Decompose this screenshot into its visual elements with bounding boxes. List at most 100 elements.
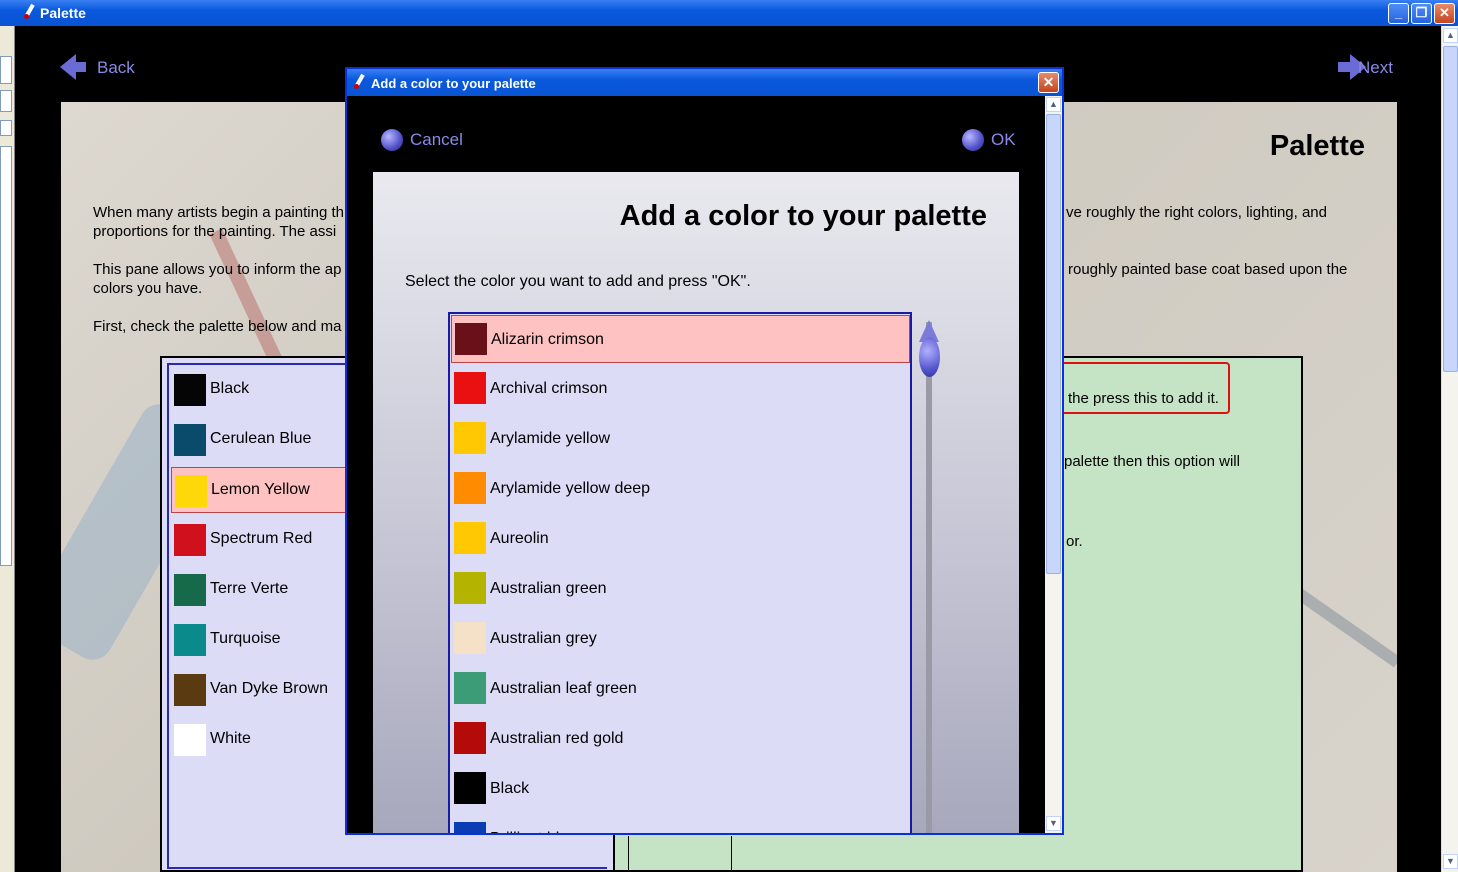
color-swatch [454, 622, 486, 654]
color-list-item[interactable]: Alizarin crimson [451, 315, 910, 363]
scroll-up-arrow-icon[interactable]: ▲ [1443, 28, 1458, 43]
color-swatch [454, 372, 486, 404]
dialog-prompt: Select the color you want to add and pre… [405, 273, 751, 290]
intro-text: proportions for the painting. The assi [93, 223, 337, 240]
palette-item-label: Cerulean Blue [210, 430, 312, 447]
color-list-item[interactable]: Australian grey [451, 615, 910, 663]
color-swatch [454, 422, 486, 454]
color-swatch [455, 323, 487, 355]
color-list-item-label: Australian leaf green [490, 680, 637, 697]
cancel-label: Cancel [410, 130, 463, 149]
color-list-item-label: Arylamide yellow deep [490, 480, 651, 497]
color-swatch [454, 722, 486, 754]
add-color-label: the press this to add it. [1068, 390, 1219, 407]
intro-text: When many artists begin a painting th [93, 204, 344, 221]
instruction-text: or. [1066, 533, 1083, 550]
window-title: Palette [40, 5, 86, 21]
dialog-content-panel: Add a color to your palette Select the c… [373, 172, 1019, 833]
palette-item-label: White [210, 730, 251, 747]
intro-text: colors you have. [93, 280, 203, 297]
palette-item-label: Terre Verte [210, 580, 289, 597]
color-list-item-label: Brilliant blue [490, 830, 577, 833]
scroll-up-arrow-icon[interactable]: ▲ [1046, 97, 1061, 112]
palette-item-label: Spectrum Red [210, 530, 313, 547]
color-list-item-label: Australian red gold [490, 730, 624, 747]
color-list-item-label: Black [490, 780, 530, 797]
color-list-item-label: Australian grey [490, 630, 597, 647]
color-list-item[interactable]: Australian green [451, 565, 910, 613]
dialog-close-button[interactable]: ✕ [1038, 72, 1059, 93]
color-list-item[interactable]: Australian leaf green [451, 665, 910, 713]
color-list-item[interactable]: Australian red gold [451, 715, 910, 763]
list-slider-thumb[interactable] [919, 337, 940, 377]
color-swatch [175, 475, 207, 507]
intro-text: ve roughly the right colors, lighting, a… [1066, 204, 1327, 221]
color-list-item[interactable]: Archival crimson [451, 365, 910, 413]
color-list-item[interactable]: Arylamide yellow [451, 415, 910, 463]
background-control [0, 120, 12, 136]
list-slider-track[interactable] [926, 322, 932, 833]
intro-text: This pane allows you to inform the ap [93, 261, 342, 278]
scroll-thumb[interactable] [1443, 46, 1458, 372]
palette-item-label: Lemon Yellow [211, 481, 310, 498]
back-arrow-icon [60, 54, 86, 80]
divider [731, 836, 732, 872]
main-scrollbar[interactable]: ▲ ▼ [1441, 26, 1458, 872]
minimize-button[interactable]: _ [1388, 3, 1409, 24]
color-list-item[interactable]: Brilliant blue [451, 815, 910, 833]
color-swatch [174, 724, 206, 756]
color-swatch [454, 472, 486, 504]
background-control [0, 56, 12, 84]
color-swatch [174, 424, 206, 456]
instruction-text: palette then this option will [1064, 453, 1240, 470]
cancel-button[interactable]: Cancel [381, 128, 471, 154]
page-title: Palette [1269, 130, 1365, 162]
palette-item-label: Turquoise [210, 630, 281, 647]
background-window-strip [0, 26, 15, 872]
color-swatch [454, 672, 486, 704]
color-list-item-label: Aureolin [490, 530, 549, 547]
color-swatch [454, 772, 486, 804]
color-swatch [454, 572, 486, 604]
color-list-item-label: Arylamide yellow [490, 430, 611, 447]
color-list-item[interactable]: Arylamide yellow deep [451, 465, 910, 513]
color-swatch [174, 524, 206, 556]
next-label: Next [1358, 58, 1393, 77]
scroll-thumb[interactable] [1046, 114, 1061, 574]
back-label: Back [97, 58, 135, 77]
ok-label: OK [991, 130, 1016, 149]
color-swatch [454, 522, 486, 554]
add-color-dialog: Add a color to your palette ✕ ▲ ▼ Cancel… [345, 67, 1064, 835]
color-swatch [174, 374, 206, 406]
palette-app-icon [22, 4, 36, 20]
color-list-item[interactable]: Aureolin [451, 515, 910, 563]
intro-text: roughly painted base coat based upon the [1068, 261, 1348, 278]
dialog-heading: Add a color to your palette [619, 200, 987, 232]
dialog-scrollbar[interactable]: ▲ ▼ [1045, 96, 1062, 833]
color-swatch [174, 624, 206, 656]
dialog-title-bar: Add a color to your palette ✕ [347, 69, 1062, 96]
palette-item-label: Van Dyke Brown [210, 680, 328, 697]
color-swatch [174, 574, 206, 606]
color-list[interactable]: Alizarin crimson Archival crimson Arylamid… [448, 312, 912, 833]
orb-icon [381, 129, 403, 151]
scroll-down-arrow-icon[interactable]: ▼ [1443, 854, 1458, 869]
color-list-item-label: Archival crimson [490, 380, 608, 397]
color-list-item[interactable]: Black [451, 765, 910, 813]
palette-item-label: Black [210, 380, 250, 397]
palette-app-icon [352, 74, 366, 90]
add-color-button[interactable]: the press this to add it. [1060, 362, 1230, 414]
maximize-button[interactable]: ❐ [1411, 3, 1432, 24]
window-title-bar: Palette _ ❐ ✕ [0, 0, 1458, 26]
divider [628, 836, 629, 872]
background-control [0, 90, 12, 112]
color-swatch [454, 822, 486, 833]
scroll-down-arrow-icon[interactable]: ▼ [1046, 816, 1061, 831]
ok-button[interactable]: OK [962, 128, 1022, 154]
orb-icon [962, 129, 984, 151]
intro-text: First, check the palette below and ma [93, 318, 342, 335]
color-list-item-label: Alizarin crimson [491, 331, 604, 348]
close-button[interactable]: ✕ [1434, 3, 1455, 24]
color-swatch [174, 674, 206, 706]
dialog-title: Add a color to your palette [371, 76, 536, 91]
